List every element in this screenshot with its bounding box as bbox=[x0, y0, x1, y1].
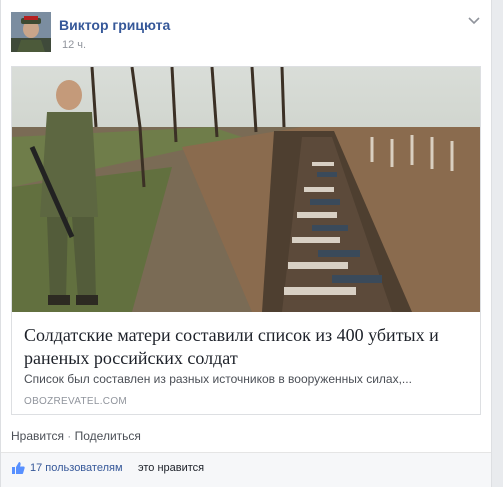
link-card-title[interactable]: Солдатские матери составили список из 40… bbox=[24, 324, 474, 370]
link-card-description: Список был составлен из разных источнико… bbox=[24, 372, 412, 386]
link-card[interactable]: Солдатские матери составили список из 40… bbox=[11, 66, 481, 415]
chevron-down-icon[interactable] bbox=[466, 14, 482, 28]
author-name[interactable]: Виктор грицюта bbox=[59, 17, 170, 33]
post-timestamp[interactable]: 12 ч. bbox=[62, 39, 86, 51]
post-actions: Нравится · Поделиться bbox=[11, 429, 141, 443]
likes-count-link[interactable]: 17 пользователям bbox=[30, 462, 123, 474]
action-separator: · bbox=[63, 429, 75, 443]
like-link[interactable]: Нравится bbox=[11, 429, 64, 443]
avatar[interactable] bbox=[11, 12, 51, 52]
link-card-source: OBOZREVATEL.COM bbox=[24, 396, 128, 407]
link-card-image[interactable] bbox=[12, 67, 480, 312]
likes-summary: 17 пользователям это нравится bbox=[1, 453, 491, 487]
share-link[interactable]: Поделиться bbox=[75, 429, 141, 443]
thumbs-up-icon bbox=[12, 462, 25, 474]
likes-suffix: это нравится bbox=[138, 462, 205, 474]
post: Виктор грицюта 12 ч. Солдатские матери с… bbox=[0, 0, 492, 487]
news-photo bbox=[12, 67, 480, 312]
avatar-image bbox=[11, 12, 51, 52]
